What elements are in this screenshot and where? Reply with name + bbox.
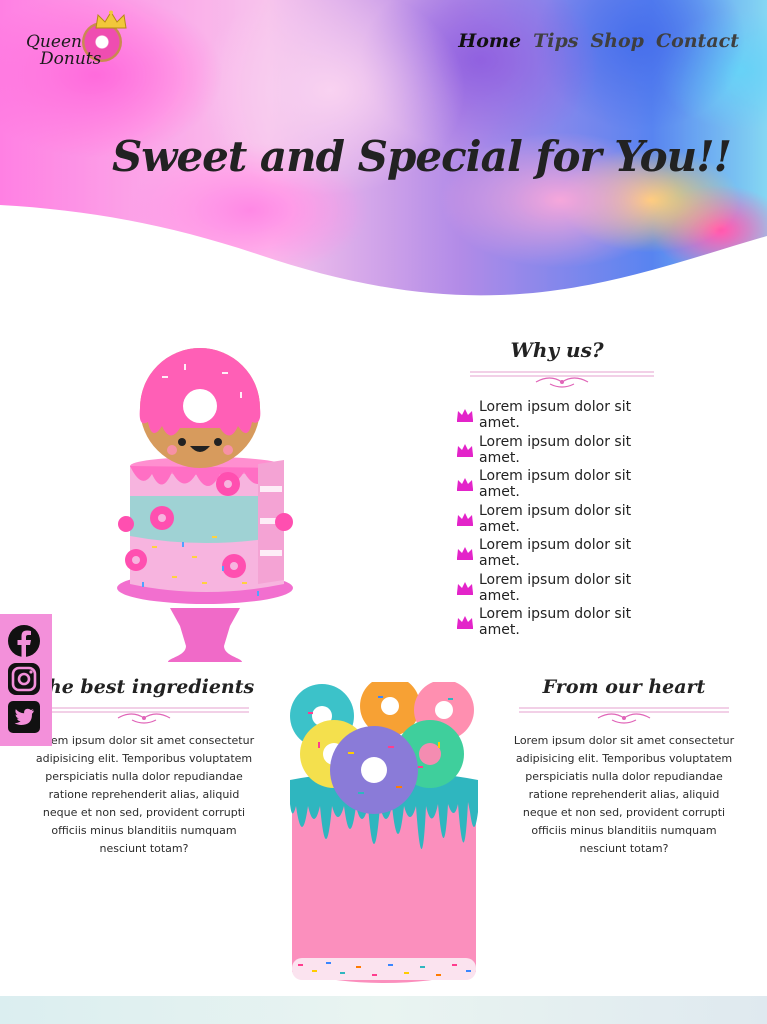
heart-title: From our heart [542, 676, 706, 698]
crown-icon [457, 581, 473, 595]
twitter-icon[interactable] [7, 700, 41, 734]
list-item: Lorem ipsum dolor sit amet. [456, 502, 676, 537]
page: Queen Donuts Home Tips Shop Contact Swee… [0, 0, 767, 1024]
logo[interactable]: Queen Donuts [22, 8, 132, 80]
crown-icon [457, 409, 473, 423]
ornament-divider [470, 371, 654, 388]
list-item-text: Lorem ipsum dolor sit amet. [479, 537, 632, 570]
list-item: Lorem ipsum dolor sit amet. [456, 433, 676, 468]
drip-cake-image [290, 682, 478, 983]
nav-contact-link[interactable]: Contact [656, 30, 739, 52]
hero-header: Queen Donuts Home Tips Shop Contact Swee… [0, 0, 767, 300]
crown-icon [457, 512, 473, 526]
donut-cake-image [117, 348, 293, 662]
heart-section: From our heart Lorem ipsum dolor sit ame… [512, 676, 736, 858]
list-item-text: Lorem ipsum dolor sit amet. [479, 399, 632, 432]
ingredients-text: Lorem ipsum dolor sit amet consectetur a… [33, 734, 255, 855]
list-item-text: Lorem ipsum dolor sit amet. [479, 571, 632, 604]
list-item: Lorem ipsum dolor sit amet. [456, 605, 676, 640]
logo-text: Queen Donuts [26, 34, 101, 68]
nav-shop-link[interactable]: Shop [590, 30, 644, 52]
main-nav: Home Tips Shop Contact [458, 30, 739, 52]
social-sidebar [0, 614, 52, 746]
why-us-section: Why us? Lorem ipsum dolor sit amet. Lore… [456, 338, 676, 640]
why-us-title: Why us? [510, 338, 604, 362]
heart-text: Lorem ipsum dolor sit amet consectetur a… [513, 734, 735, 855]
footer-strip [0, 996, 767, 1024]
list-item-text: Lorem ipsum dolor sit amet. [479, 606, 632, 639]
logo-line2: Donuts [40, 49, 102, 69]
list-item: Lorem ipsum dolor sit amet. [456, 571, 676, 606]
list-item-text: Lorem ipsum dolor sit amet. [479, 502, 632, 535]
list-item-text: Lorem ipsum dolor sit amet. [479, 433, 632, 466]
why-us-list: Lorem ipsum dolor sit amet. Lorem ipsum … [456, 398, 676, 640]
list-item: Lorem ipsum dolor sit amet. [456, 467, 676, 502]
ornament-divider [39, 707, 249, 724]
crown-icon [457, 547, 473, 561]
crown-icon [457, 478, 473, 492]
crown-icon [457, 616, 473, 630]
logo-crown-icon [95, 10, 127, 29]
ingredients-section: The best ingredients Lorem ipsum dolor s… [32, 676, 256, 858]
nav-home-link[interactable]: Home [458, 30, 521, 52]
ingredients-title: The best ingredients [33, 676, 255, 698]
list-item-text: Lorem ipsum dolor sit amet. [479, 468, 632, 501]
list-item: Lorem ipsum dolor sit amet. [456, 536, 676, 571]
crown-icon [457, 443, 473, 457]
ornament-divider [519, 707, 729, 724]
nav-tips-link[interactable]: Tips [533, 30, 578, 52]
instagram-icon[interactable] [7, 662, 41, 696]
hero-title: Sweet and Special for You!! [111, 132, 732, 181]
facebook-icon[interactable] [7, 624, 41, 658]
list-item: Lorem ipsum dolor sit amet. [456, 398, 676, 433]
